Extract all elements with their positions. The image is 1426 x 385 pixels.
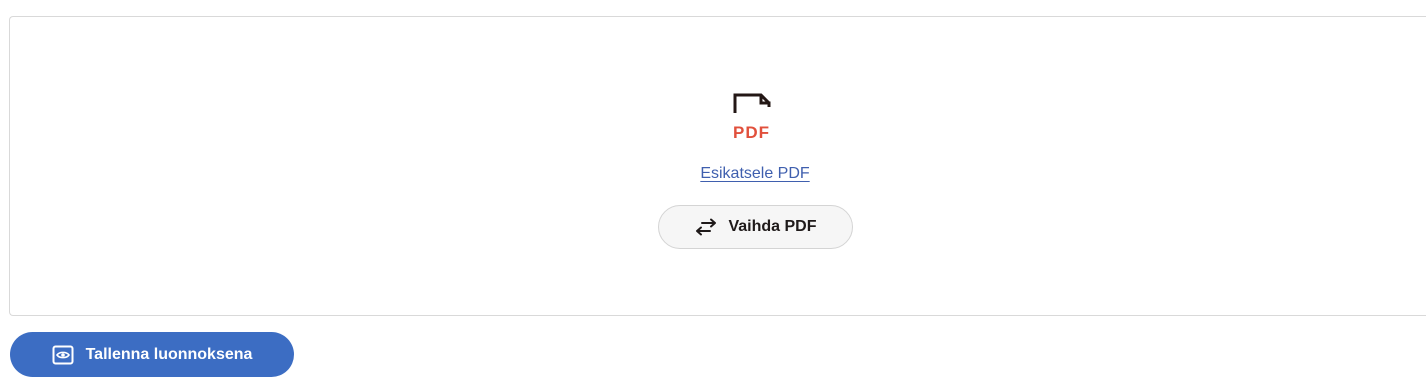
save-as-draft-label: Tallenna luonnoksena xyxy=(85,345,253,363)
preview-pdf-link[interactable]: Esikatsele PDF xyxy=(10,165,1426,183)
pdf-upload-card: PDF Esikatsele PDF Vaihda PDF xyxy=(9,16,1426,316)
pdf-file-icon: PDF xyxy=(731,91,779,141)
page: PDF Esikatsele PDF Vaihda PDF Tallenna l… xyxy=(0,0,1426,385)
pdf-icon-label: PDF xyxy=(733,123,770,141)
replace-pdf-label: Vaihda PDF xyxy=(728,218,817,235)
swap-arrows-icon xyxy=(694,218,718,236)
eye-icon xyxy=(52,345,74,365)
save-as-draft-button[interactable]: Tallenna luonnoksena xyxy=(10,332,294,377)
replace-pdf-button[interactable]: Vaihda PDF xyxy=(658,205,853,249)
